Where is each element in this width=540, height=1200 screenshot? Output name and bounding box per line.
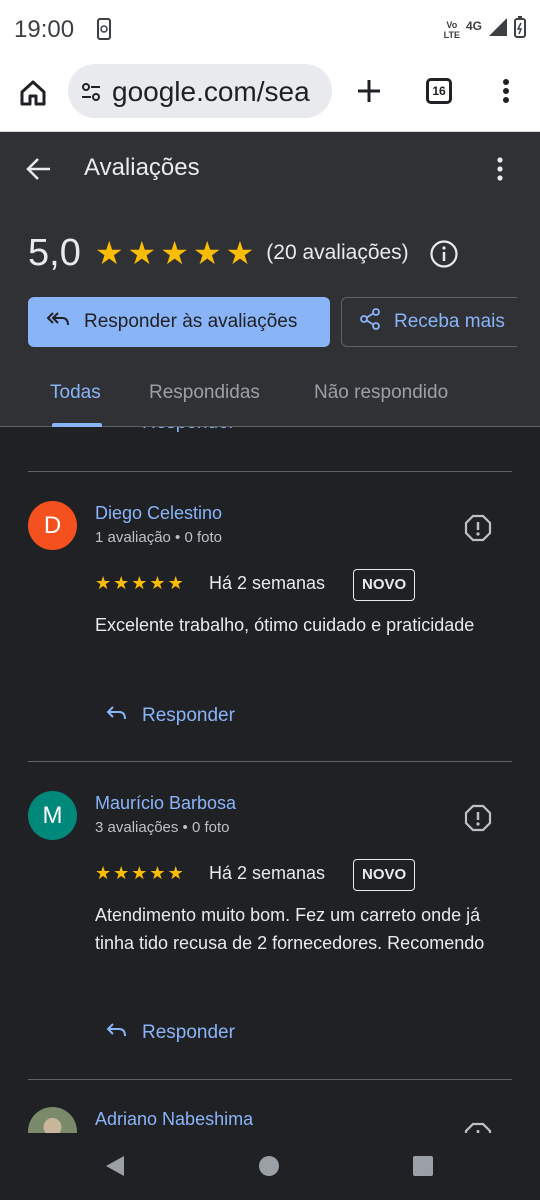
review-date: Há 2 semanas — [209, 573, 326, 593]
star-icon: ★ — [167, 573, 184, 593]
report-icon[interactable] — [464, 1122, 492, 1133]
report-icon[interactable] — [464, 514, 492, 542]
status-bar: 19:00 Vo LTE 4G — [0, 0, 540, 60]
status-time: 19:00 — [14, 16, 75, 43]
divider — [28, 1079, 512, 1080]
reviewer-name[interactable]: Adriano Nabeshima — [95, 1109, 253, 1130]
report-icon[interactable] — [464, 804, 492, 832]
back-arrow-icon[interactable] — [24, 154, 54, 189]
signal-icon — [488, 17, 508, 42]
star-icon: ★ — [94, 235, 124, 271]
nav-recents-icon[interactable] — [413, 1156, 433, 1176]
reply-to-reviews-label: Responder às avaliações — [84, 311, 298, 332]
nav-back-icon[interactable] — [104, 1155, 126, 1182]
tab-all[interactable]: Todas — [50, 382, 101, 404]
nav-home-icon[interactable] — [259, 1156, 279, 1176]
star-icon: ★ — [95, 573, 112, 593]
reply-button[interactable]: Responder — [106, 1021, 235, 1045]
new-badge: NOVO — [353, 569, 416, 601]
volte-indicator: Vo LTE — [443, 19, 460, 40]
review-text: Excelente trabalho, ótimo cuidado e prat… — [95, 615, 475, 635]
page-title: Avaliações — [84, 154, 200, 181]
tab-answered[interactable]: Respondidas — [149, 382, 260, 404]
review-date: Há 2 semanas — [209, 863, 326, 883]
phone-sync-icon — [96, 18, 112, 45]
reviews-header: Avaliações 5,0 ★ ★ ★ ★ ★ (20 avaliações)… — [0, 132, 540, 427]
reply-all-icon — [46, 309, 70, 335]
review-stars: ★ ★ ★ ★ ★ — [95, 864, 184, 882]
reviews-count: (20 avaliações) — [266, 241, 409, 264]
reply-icon — [106, 1021, 128, 1045]
tab-switcher-button[interactable]: 16 — [426, 78, 452, 104]
home-icon[interactable] — [18, 78, 50, 110]
star-icon: ★ — [127, 235, 157, 271]
browser-menu-icon[interactable] — [494, 76, 518, 111]
rating-summary: 5,0 ★ ★ ★ ★ ★ (20 avaliações) — [28, 230, 458, 276]
battery-icon — [514, 16, 526, 43]
rating-stars: ★ ★ ★ ★ ★ — [95, 237, 254, 269]
reviewer-name[interactable]: Diego Celestino — [95, 503, 222, 524]
address-bar[interactable]: google.com/sea — [68, 64, 332, 118]
tab-unanswered[interactable]: Não respondido — [314, 382, 448, 404]
reply-label: Responder — [142, 1022, 235, 1043]
reply-button[interactable]: Responder — [106, 427, 235, 435]
reply-button[interactable]: Responder — [106, 704, 235, 728]
system-nav-bar — [0, 1133, 540, 1200]
browser-toolbar: google.com/sea 16 — [0, 60, 540, 132]
more-options-icon[interactable] — [488, 154, 512, 189]
star-icon: ★ — [192, 235, 222, 271]
reviewer-meta: 1 avaliação • 0 foto — [95, 529, 223, 546]
reply-label: Responder — [142, 427, 235, 434]
rating-value: 5,0 — [28, 231, 81, 274]
reply-label: Responder — [142, 705, 235, 726]
star-icon: ★ — [131, 573, 148, 593]
divider — [28, 471, 512, 472]
avatar[interactable] — [28, 1107, 77, 1133]
review-text: Atendimento muito bom. Fez um carreto on… — [95, 905, 485, 953]
star-icon: ★ — [113, 573, 130, 593]
star-icon: ★ — [95, 863, 112, 883]
reply-icon — [106, 704, 128, 728]
star-icon: ★ — [167, 863, 184, 883]
review-stars: ★ ★ ★ ★ ★ — [95, 574, 184, 592]
status-indicators: Vo LTE 4G — [444, 16, 526, 43]
avatar[interactable]: M — [28, 791, 77, 840]
review-filter-tabs: Todas Respondidas Não respondido — [0, 372, 540, 427]
get-more-reviews-button[interactable]: Receba mais — [341, 297, 517, 347]
get-more-reviews-label: Receba mais — [394, 311, 505, 332]
url-text[interactable]: google.com/sea — [112, 76, 324, 108]
star-icon: ★ — [149, 863, 166, 883]
reviewer-meta: 3 avaliações • 0 foto — [95, 819, 230, 836]
star-icon: ★ — [131, 863, 148, 883]
avatar[interactable]: D — [28, 501, 77, 550]
reply-icon — [106, 427, 128, 435]
divider — [28, 761, 512, 762]
star-icon: ★ — [149, 573, 166, 593]
new-badge: NOVO — [353, 859, 416, 891]
reply-to-reviews-button[interactable]: Responder às avaliações — [28, 297, 330, 347]
star-icon: ★ — [160, 235, 189, 271]
new-tab-icon[interactable] — [354, 76, 384, 111]
star-icon: ★ — [113, 863, 130, 883]
info-icon[interactable] — [429, 239, 458, 268]
share-icon — [358, 307, 382, 337]
reviewer-name[interactable]: Maurício Barbosa — [95, 793, 236, 814]
network-type: 4G — [465, 18, 482, 33]
site-settings-icon[interactable] — [78, 79, 104, 110]
reviews-list[interactable]: Responder D Diego Celestino 1 avaliação … — [0, 427, 540, 1133]
star-icon: ★ — [225, 235, 255, 271]
